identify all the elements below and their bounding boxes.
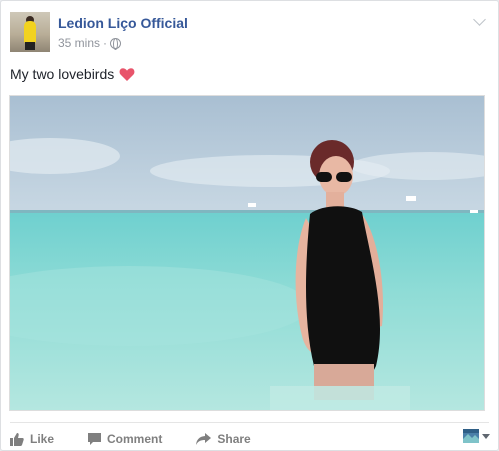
like-button[interactable]: Like	[10, 432, 54, 446]
globe-icon[interactable]	[110, 37, 122, 50]
actions-divider	[10, 422, 489, 423]
page-avatar-icon	[463, 429, 479, 443]
post-actions: Like Comment Share	[10, 430, 491, 448]
separator: ·	[103, 36, 108, 50]
thumbs-up-icon	[10, 432, 24, 446]
share-button[interactable]: Share	[196, 432, 251, 446]
timestamp[interactable]: 35 mins	[58, 36, 100, 50]
post-text-content: My two lovebirds	[10, 66, 115, 82]
share-label: Share	[217, 432, 251, 446]
author-name[interactable]: Ledion Liço Official	[58, 15, 188, 31]
share-arrow-icon	[196, 432, 212, 445]
post-text: My two lovebirds	[10, 66, 135, 82]
page-selector[interactable]	[463, 429, 490, 443]
comment-icon	[88, 432, 102, 445]
beach-photo-illustration	[10, 138, 484, 410]
chevron-down-icon[interactable]	[473, 13, 486, 26]
post-card: Ledion Liço Official 35 mins · My two lo…	[0, 0, 499, 451]
chevron-down-icon	[482, 433, 490, 439]
heart-icon	[119, 67, 135, 81]
comment-button[interactable]: Comment	[88, 432, 162, 446]
post-photo[interactable]	[9, 95, 485, 411]
avatar[interactable]	[10, 12, 50, 52]
post-meta: 35 mins ·	[58, 36, 122, 50]
comment-label: Comment	[107, 432, 163, 446]
like-label: Like	[30, 432, 55, 446]
